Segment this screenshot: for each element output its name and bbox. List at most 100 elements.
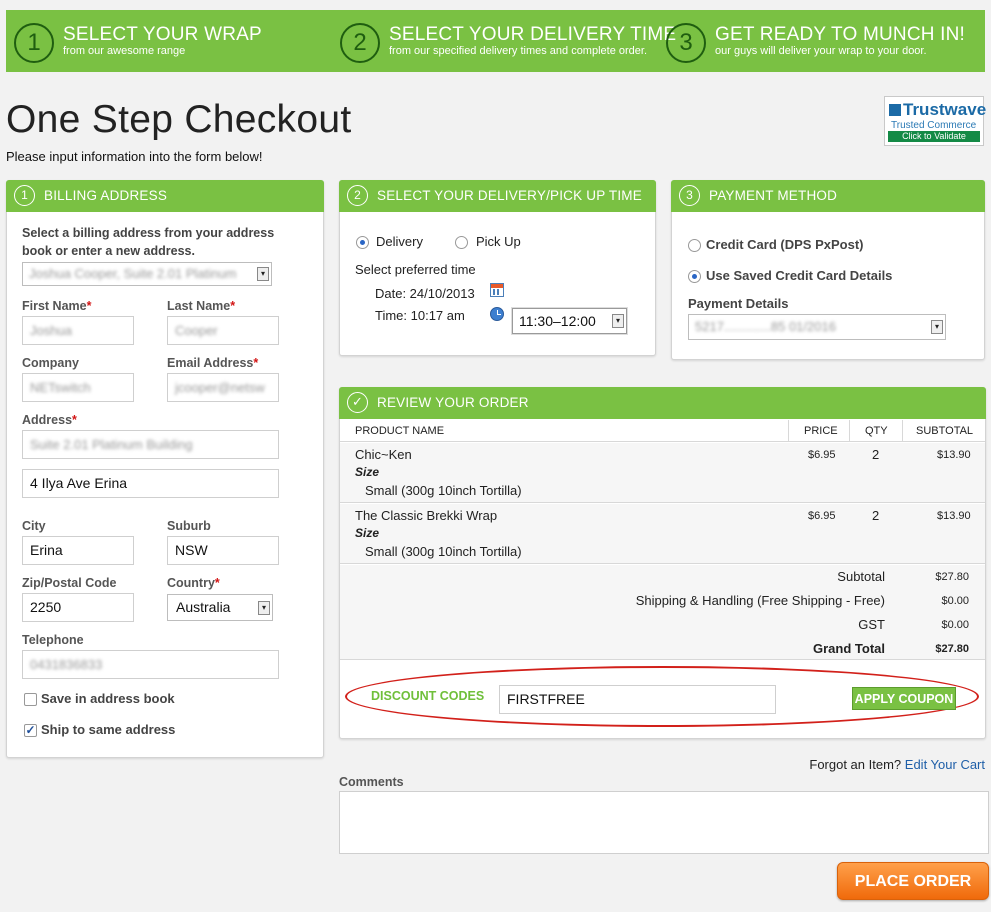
city-label: City <box>22 519 46 533</box>
address-book-select[interactable]: Joshua Cooper, Suite 2.01 Platinum ▾ <box>22 262 272 286</box>
column-header-subtotal: SUBTOTAL <box>916 425 974 437</box>
product-qty: 2 <box>872 508 880 523</box>
product-subtotal: $13.90 <box>937 510 971 522</box>
section-number: 1 <box>14 185 35 206</box>
page-subtitle: Please input information into the form b… <box>6 149 263 164</box>
comments-label: Comments <box>339 775 404 789</box>
forgot-item-text: Forgot an Item? <box>809 757 902 772</box>
preferred-time-label: Select preferred time <box>355 262 476 277</box>
product-qty: 2 <box>872 447 880 462</box>
credit-card-option-label: Credit Card (DPS PxPost) <box>706 237 864 252</box>
suburb-field[interactable]: NSW <box>167 536 279 565</box>
product-subtotal: $13.90 <box>937 449 971 461</box>
payment-header: 3 PAYMENT METHOD <box>671 180 985 212</box>
delivery-header: 2 SELECT YOUR DELIVERY/PICK UP TIME <box>339 180 656 212</box>
city-field[interactable]: Erina <box>22 536 134 565</box>
delivery-time: Time: 10:17 am <box>375 308 465 323</box>
step-subtitle: our guys will deliver your wrap to your … <box>715 45 927 57</box>
chevron-down-icon: ▾ <box>612 314 624 328</box>
billing-header: 1 BILLING ADDRESS <box>6 180 324 212</box>
step-subtitle: from our awesome range <box>63 45 186 57</box>
address-label: Address* <box>22 413 77 427</box>
payment-details-label: Payment Details <box>688 296 789 311</box>
subtotal-label: Subtotal <box>837 569 885 584</box>
step-subtitle: from our specified delivery times and co… <box>389 45 648 57</box>
last-name-label: Last Name* <box>167 299 236 313</box>
step-number: 3 <box>666 23 706 63</box>
apply-coupon-button[interactable]: APPLY COUPON <box>852 687 956 710</box>
section-title: REVIEW YOUR ORDER <box>377 395 529 410</box>
column-header-qty: QTY <box>865 425 888 437</box>
checkmark-icon: ✓ <box>347 392 368 413</box>
product-option-label: Size <box>355 526 380 540</box>
trustwave-badge[interactable]: Trustwave Trusted Commerce Click to Vali… <box>884 96 986 146</box>
step-number: 2 <box>340 23 380 63</box>
order-totals: Subtotal $27.80 Shipping & Handling (Fre… <box>340 565 985 660</box>
company-label: Company <box>22 356 79 370</box>
payment-details-select[interactable]: 5217.............85 01/2016 ▾ <box>688 314 946 340</box>
section-title: PAYMENT METHOD <box>709 188 838 203</box>
payment-method-panel: 3 PAYMENT METHOD Credit Card (DPS PxPost… <box>671 180 985 360</box>
subtotal-value: $27.80 <box>935 571 969 583</box>
chevron-down-icon: ▾ <box>257 267 269 281</box>
ship-same-address-checkbox[interactable]: ✓ <box>24 724 37 737</box>
time-slot-select[interactable]: 11:30–12:00 ▾ <box>511 307 628 335</box>
product-option-label: Size <box>355 465 380 479</box>
steps-banner: 1 SELECT YOUR WRAP from our awesome rang… <box>6 10 985 72</box>
save-address-label: Save in address book <box>41 691 175 706</box>
delivery-time-panel: 2 SELECT YOUR DELIVERY/PICK UP TIME Deli… <box>339 180 656 356</box>
product-name: Chic~Ken <box>355 447 412 462</box>
chevron-down-icon: ▾ <box>258 601 270 615</box>
gst-label: GST <box>858 617 885 632</box>
suburb-label: Suburb <box>167 519 211 533</box>
page-title: One Step Checkout <box>6 98 352 141</box>
clock-icon[interactable] <box>490 307 504 321</box>
saved-card-radio[interactable] <box>688 270 701 283</box>
product-name: The Classic Brekki Wrap <box>355 508 498 523</box>
trust-badge-name: Trustwave <box>889 100 986 120</box>
country-label: Country* <box>167 576 220 590</box>
first-name-label: First Name* <box>22 299 92 313</box>
pickup-option-label: Pick Up <box>476 234 521 249</box>
order-item-row: The Classic Brekki Wrap Size Small (300g… <box>340 504 985 564</box>
pickup-radio[interactable] <box>455 236 468 249</box>
email-field[interactable]: jcooper@netsw <box>167 373 279 402</box>
last-name-field[interactable]: Cooper <box>167 316 279 345</box>
shipping-value: $0.00 <box>941 595 969 607</box>
address-line1-field[interactable]: Suite 2.01 Platinum Building <box>22 430 279 459</box>
company-field[interactable]: NETswitch <box>22 373 134 402</box>
grand-total-value: $27.80 <box>935 643 969 655</box>
forgot-item-line: Forgot an Item? Edit Your Cart <box>809 757 985 772</box>
review-header: ✓ REVIEW YOUR ORDER <box>339 387 986 419</box>
step-title: SELECT YOUR DELIVERY TIME <box>389 24 677 45</box>
step-number: 1 <box>14 23 54 63</box>
billing-address-panel: 1 BILLING ADDRESS Select a billing addre… <box>6 180 324 758</box>
section-title: BILLING ADDRESS <box>44 188 168 203</box>
telephone-field[interactable]: 0431836833 <box>22 650 279 679</box>
chevron-down-icon: ▾ <box>931 320 943 334</box>
credit-card-radio[interactable] <box>688 239 701 252</box>
trustwave-logo-icon <box>889 104 901 116</box>
calendar-icon[interactable] <box>490 283 504 297</box>
trust-badge-tagline: Trusted Commerce <box>891 120 977 131</box>
product-price: $6.95 <box>808 510 836 522</box>
edit-cart-link[interactable]: Edit Your Cart <box>905 757 985 772</box>
step-title: SELECT YOUR WRAP <box>63 24 262 45</box>
place-order-button[interactable]: PLACE ORDER <box>837 862 989 900</box>
step-title: GET READY TO MUNCH IN! <box>715 24 966 45</box>
country-select[interactable]: Australia ▾ <box>167 594 273 621</box>
address-line2-field[interactable]: 4 Ilya Ave Erina <box>22 469 279 498</box>
product-option-value: Small (300g 10inch Tortilla) <box>365 544 522 559</box>
save-address-checkbox[interactable] <box>24 693 37 706</box>
zip-field[interactable]: 2250 <box>22 593 134 622</box>
trust-badge-validate[interactable]: Click to Validate <box>888 131 980 142</box>
telephone-label: Telephone <box>22 633 84 647</box>
section-number: 2 <box>347 185 368 206</box>
first-name-field[interactable]: Joshua <box>22 316 134 345</box>
column-header-product: PRODUCT NAME <box>355 425 445 437</box>
comments-textarea[interactable] <box>339 791 989 854</box>
delivery-date: Date: 24/10/2013 <box>375 286 475 301</box>
billing-intro: Select a billing address from your addre… <box>22 226 275 258</box>
delivery-radio[interactable] <box>356 236 369 249</box>
column-header-price: PRICE <box>804 425 838 437</box>
